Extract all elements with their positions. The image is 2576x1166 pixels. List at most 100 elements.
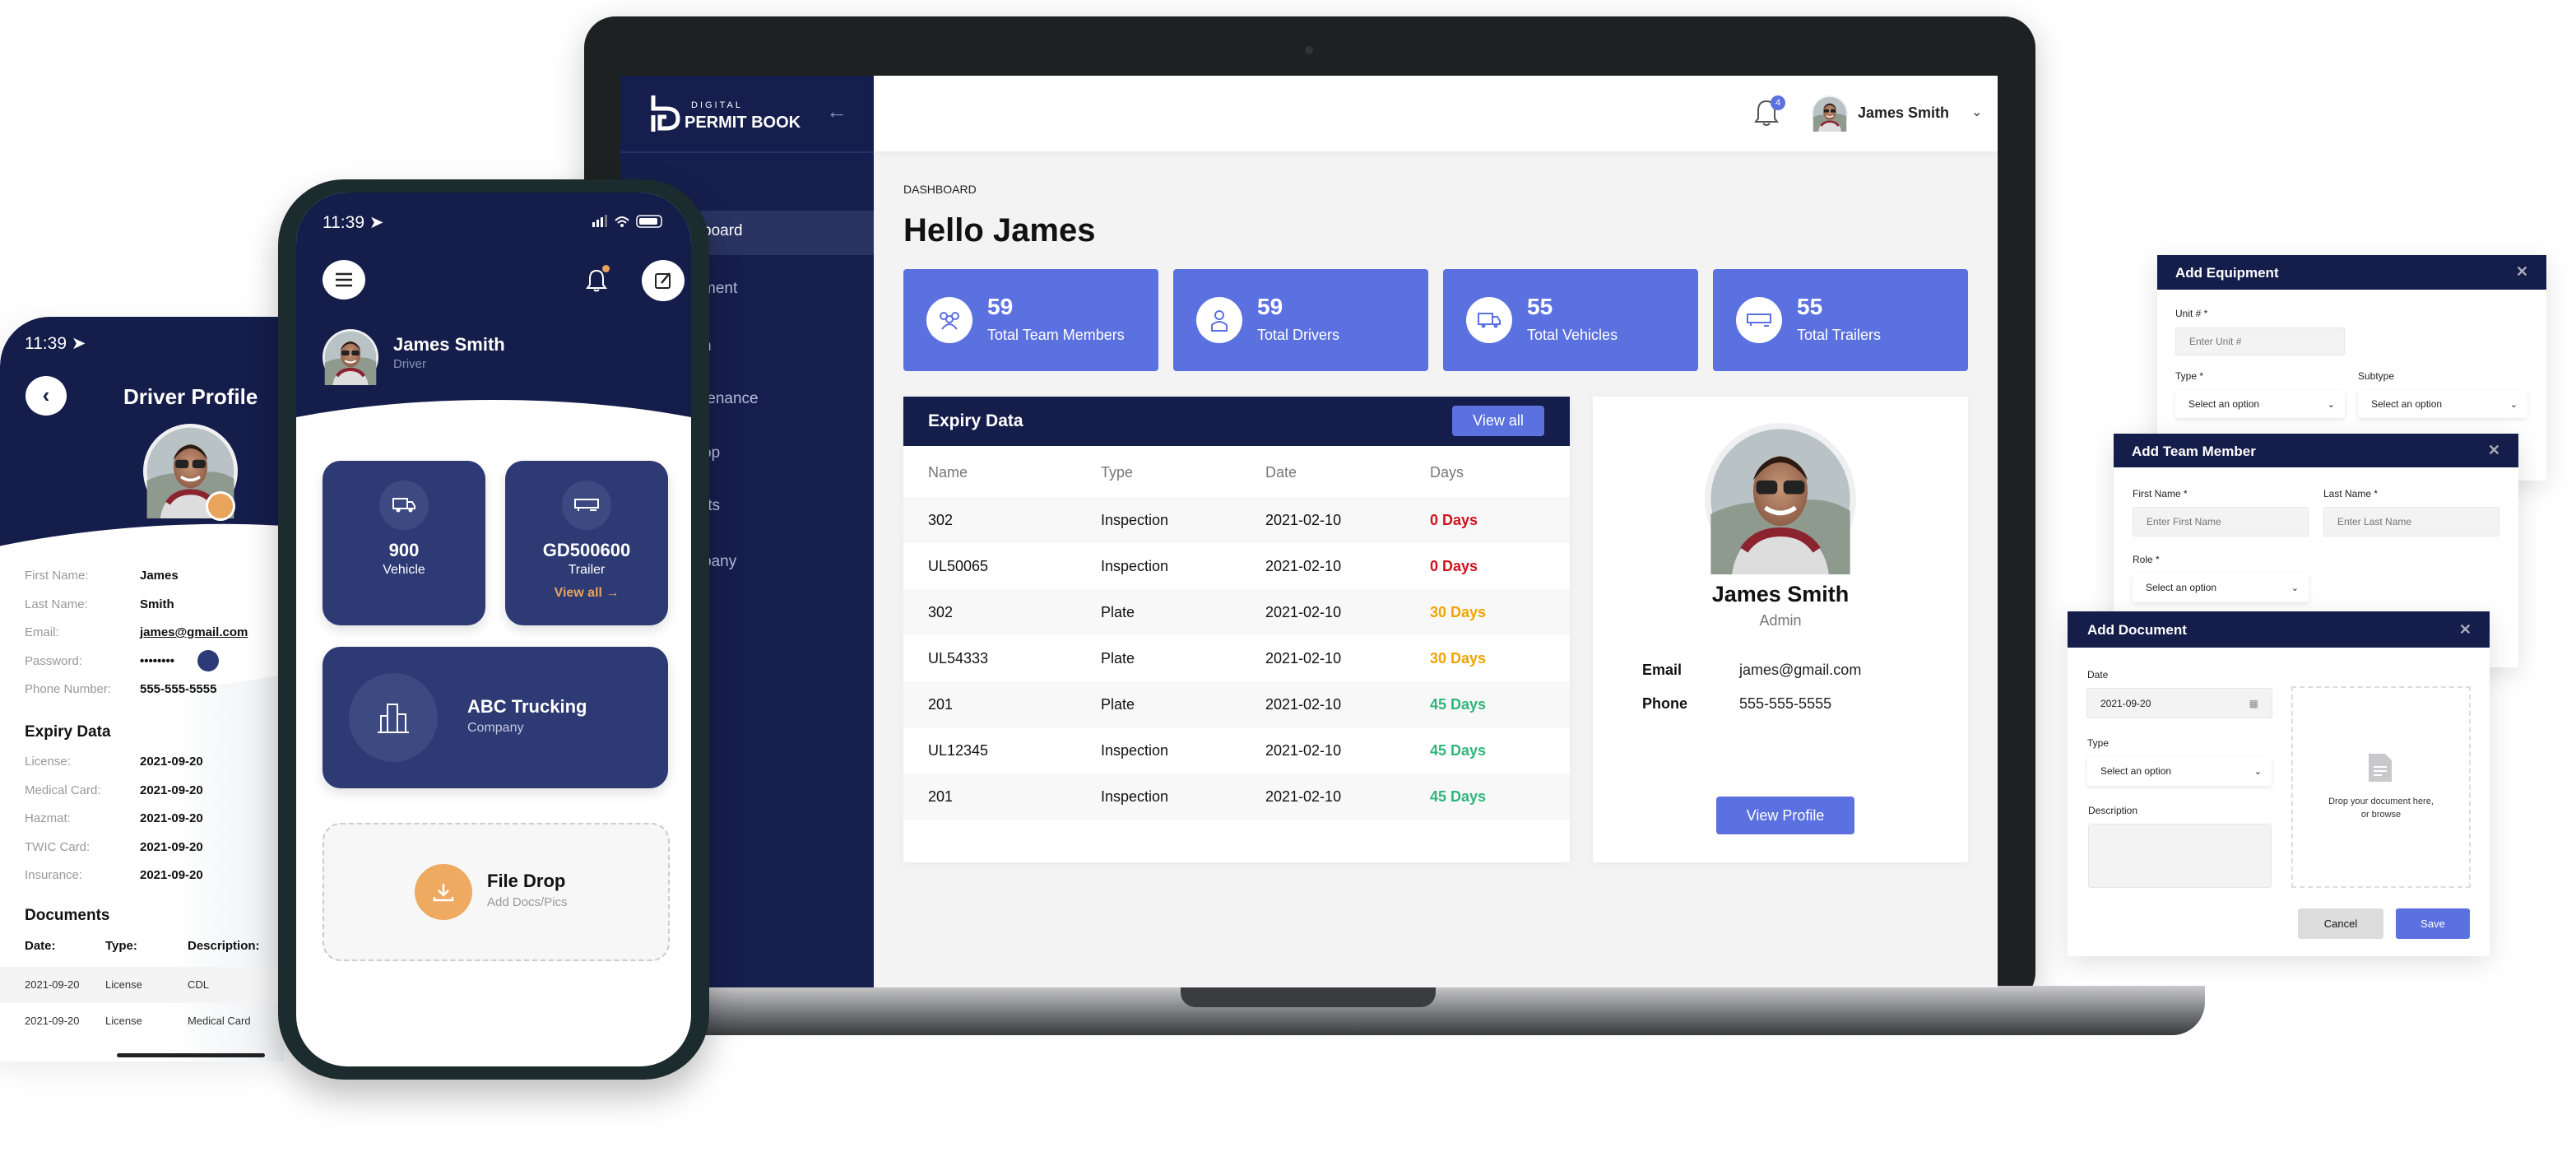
stat-card-team-members[interactable]: 59 Total Team Members xyxy=(903,269,1158,371)
cell-date: 2021-09-20 xyxy=(25,978,80,991)
document-drop-zone[interactable]: Drop your document here, or browse xyxy=(2291,686,2471,888)
cell-type: Plate xyxy=(1101,650,1135,667)
download-icon xyxy=(415,864,472,920)
expiry-title: Expiry Data xyxy=(928,411,1023,430)
field-label: First Name: xyxy=(25,569,89,583)
expiry-value: 2021-09-20 xyxy=(140,811,203,825)
view-profile-button[interactable]: View Profile xyxy=(1716,797,1854,834)
time-text: 11:39 xyxy=(323,213,364,232)
user-avatar[interactable] xyxy=(1812,95,1848,132)
cell-description: Medical Card xyxy=(188,1015,251,1027)
collapse-arrow-icon[interactable]: ← xyxy=(826,99,847,124)
building-icon xyxy=(349,673,438,762)
company-label: Company xyxy=(467,721,524,735)
role-select[interactable]: Select an option ⌄ xyxy=(2133,573,2309,602)
cell-date: 2021-02-10 xyxy=(1265,696,1342,713)
type-label: Type * xyxy=(2175,370,2204,382)
modal-title: Add Equipment xyxy=(2175,265,2279,281)
column-header: Date xyxy=(1265,464,1297,481)
close-icon[interactable]: ✕ xyxy=(2516,263,2528,281)
camera-icon[interactable] xyxy=(206,491,235,521)
document-row[interactable]: 2021-09-20 License CDL xyxy=(0,967,284,1003)
date-label: Date xyxy=(2087,669,2109,681)
close-icon[interactable]: ✕ xyxy=(2459,621,2472,639)
table-row[interactable]: 201 Inspection 2021-02-10 45 Days xyxy=(903,773,1570,820)
first-name-label: First Name * xyxy=(2133,488,2188,499)
driver-profile-phone: 11:39 ➤ ‹ Driver Profile First Name: Jame… xyxy=(0,317,284,1061)
browse-link[interactable]: or browse xyxy=(2293,808,2469,821)
stat-card-drivers[interactable]: 59 Total Drivers xyxy=(1173,269,1428,371)
cell-name: 201 xyxy=(928,788,954,805)
expiry-heading: Expiry Data xyxy=(25,723,111,741)
cell-date: 2021-02-10 xyxy=(1265,604,1342,620)
email-value: james@gmail.com xyxy=(1739,662,1862,678)
stat-card-trailers[interactable]: 55 Total Trailers xyxy=(1713,269,1968,371)
stat-label: Total Vehicles xyxy=(1527,327,1618,343)
edit-password-icon[interactable] xyxy=(197,650,219,671)
logo-small-text: DIGITAL xyxy=(691,100,743,110)
cell-days: 45 Days xyxy=(1430,742,1487,759)
chevron-down-icon[interactable]: ⌄ xyxy=(1971,104,1982,120)
cell-date: 2021-02-10 xyxy=(1265,742,1342,759)
company-card[interactable]: ABC Trucking Company xyxy=(323,647,668,788)
cell-days: 30 Days xyxy=(1430,650,1487,667)
trailer-icon xyxy=(1736,297,1782,343)
unit-input[interactable] xyxy=(2175,328,2345,355)
field-value[interactable]: james@gmail.com xyxy=(140,625,248,639)
profile-avatar xyxy=(1705,423,1856,574)
hamburger-menu-button[interactable] xyxy=(323,260,365,300)
modal-title: Add Team Member xyxy=(2132,444,2256,459)
logo[interactable]: DIGITAL PERMIT BOOK xyxy=(647,94,801,137)
view-all-button[interactable]: View all xyxy=(1452,406,1544,436)
vehicle-card[interactable]: 900 Vehicle xyxy=(323,461,485,625)
trailer-card[interactable]: GD500600 Trailer View all → xyxy=(505,461,668,625)
subtype-select[interactable]: Select an option ⌄ xyxy=(2358,390,2527,418)
save-button[interactable]: Save xyxy=(2396,908,2470,939)
field-label: Last Name: xyxy=(25,597,88,611)
edit-button[interactable] xyxy=(642,260,685,301)
table-row[interactable]: 201 Plate 2021-02-10 45 Days xyxy=(903,681,1570,727)
type-select[interactable]: Select an option ⌄ xyxy=(2087,756,2272,786)
first-name-input[interactable] xyxy=(2133,507,2309,537)
table-row[interactable]: 302 Plate 2021-02-10 30 Days xyxy=(903,589,1570,635)
description-textarea[interactable] xyxy=(2088,824,2272,888)
expiry-label: TWIC Card: xyxy=(25,839,91,854)
date-input[interactable]: 2021-09-20 ▦ xyxy=(2086,688,2272,718)
sidebar-item-label: tenance xyxy=(703,390,759,407)
close-icon[interactable]: ✕ xyxy=(2488,442,2500,459)
type-select[interactable]: Select an option ⌄ xyxy=(2175,390,2345,418)
calendar-icon[interactable]: ▦ xyxy=(2249,698,2258,709)
page-title: Hello James xyxy=(903,212,1096,249)
column-header: Days xyxy=(1430,464,1464,481)
trailer-view-all-link[interactable]: View all → xyxy=(505,586,668,601)
cell-date: 2021-02-10 xyxy=(1265,650,1342,667)
trailer-value: GD500600 xyxy=(542,540,631,560)
table-row[interactable]: UL50065 Inspection 2021-02-10 0 Days xyxy=(903,543,1570,589)
select-value: Select an option xyxy=(2146,582,2217,593)
breadcrumb: DASHBOARD xyxy=(903,183,977,196)
stat-value: 55 xyxy=(1527,294,1553,319)
notification-dot xyxy=(602,265,610,272)
cell-date: 2021-02-10 xyxy=(1265,558,1342,574)
cell-type: Inspection xyxy=(1101,558,1169,574)
cell-type: Plate xyxy=(1101,696,1135,713)
subtype-label: Subtype xyxy=(2358,370,2395,382)
cancel-button[interactable]: Cancel xyxy=(2298,908,2383,939)
select-value: Select an option xyxy=(2188,398,2260,410)
last-name-input[interactable] xyxy=(2323,507,2499,537)
column-header: Description: xyxy=(188,939,260,953)
company-name: ABC Trucking xyxy=(467,696,587,717)
table-row[interactable]: UL12345 Inspection 2021-02-10 45 Days xyxy=(903,727,1570,773)
unit-label: Unit # * xyxy=(2175,308,2208,319)
back-button[interactable]: ‹ xyxy=(26,376,67,416)
select-value: Select an option xyxy=(2371,398,2443,410)
user-role: Driver xyxy=(393,357,426,371)
column-header: Type xyxy=(1101,464,1134,481)
cell-days: 30 Days xyxy=(1430,604,1487,620)
table-row[interactable]: UL54333 Plate 2021-02-10 30 Days xyxy=(903,635,1570,681)
stat-card-vehicles[interactable]: 55 Total Vehicles xyxy=(1443,269,1698,371)
user-menu-name[interactable]: James Smith xyxy=(1858,105,1949,122)
document-row[interactable]: 2021-09-20 License Medical Card xyxy=(0,1003,284,1039)
file-drop-zone[interactable]: File Drop Add Docs/Pics xyxy=(323,823,670,961)
table-row[interactable]: 302 Inspection 2021-02-10 0 Days xyxy=(903,497,1570,543)
